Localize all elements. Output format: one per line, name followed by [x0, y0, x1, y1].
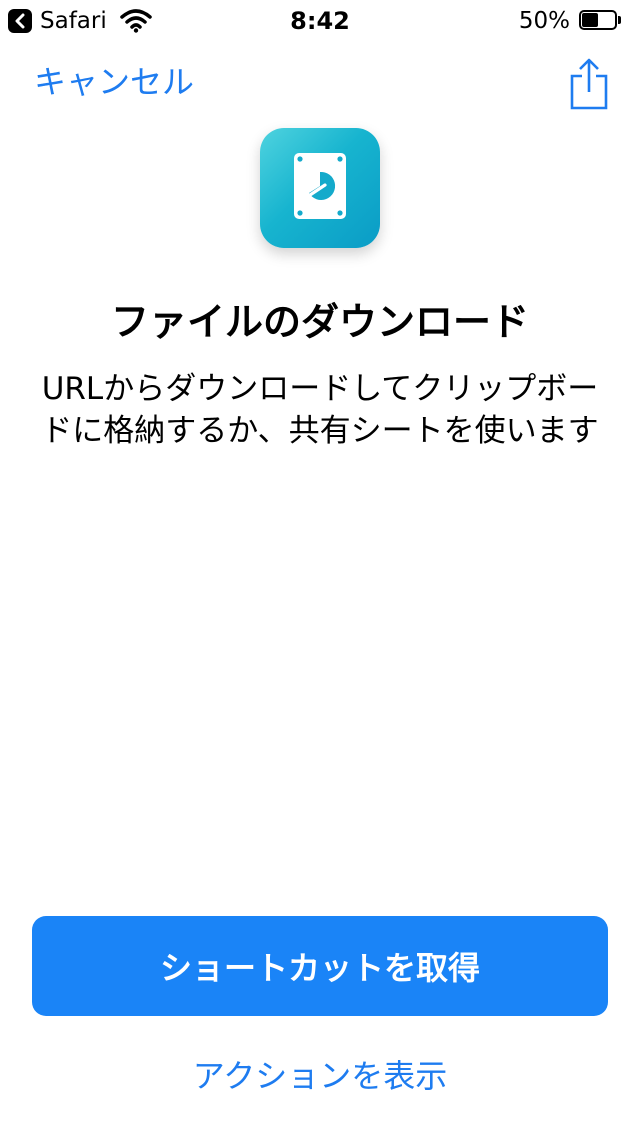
- share-icon[interactable]: [568, 58, 610, 110]
- battery-percent: 50%: [518, 8, 570, 34]
- status-bar: Safari 8:42 50%: [0, 0, 640, 40]
- get-shortcut-button[interactable]: ショートカットを取得: [32, 916, 608, 1016]
- hard-drive-icon: [292, 151, 348, 225]
- cancel-button[interactable]: キャンセル: [34, 62, 194, 102]
- show-actions-link[interactable]: アクションを表示: [0, 1056, 640, 1096]
- shortcut-description: URLからダウンロードしてクリップボードに格納するか、共有シートを使います: [41, 371, 599, 449]
- shortcut-title: ファイルのダウンロード: [110, 300, 529, 344]
- shortcut-app-icon: [260, 128, 380, 248]
- battery-icon: [579, 10, 623, 32]
